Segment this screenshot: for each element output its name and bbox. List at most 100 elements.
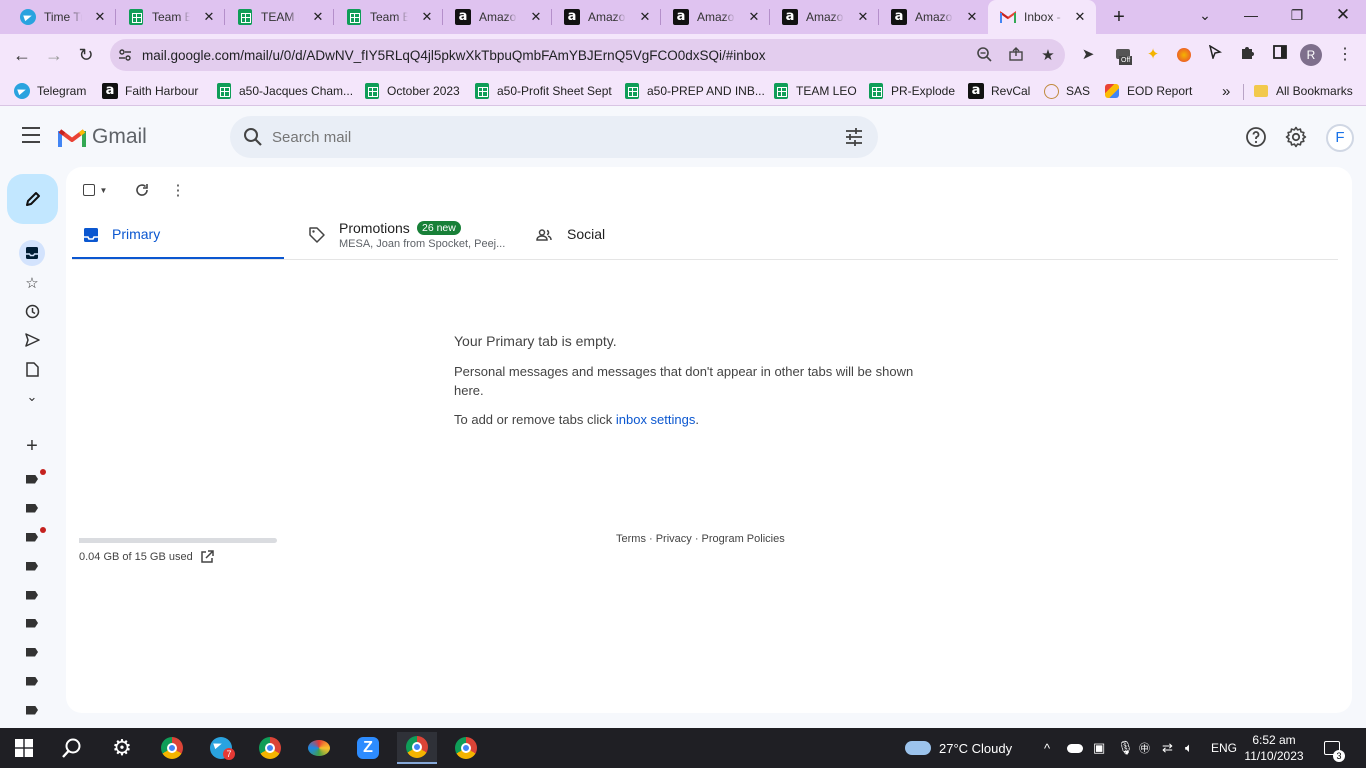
back-button[interactable]: ← xyxy=(8,41,36,69)
ime-icon[interactable]: ㊥ xyxy=(1139,728,1150,768)
bookmark-item[interactable]: Telegram xyxy=(14,82,86,100)
microphone-icon[interactable]: 🎙︎ xyxy=(1117,728,1134,768)
taskbar-search-button[interactable] xyxy=(52,732,92,764)
nav-sent[interactable] xyxy=(21,329,43,351)
open-in-new-icon[interactable] xyxy=(200,550,214,564)
search-input[interactable] xyxy=(272,128,792,146)
close-icon[interactable]: ✕ xyxy=(637,9,653,25)
search-bar[interactable] xyxy=(230,116,878,158)
extension-orb-icon[interactable] xyxy=(1173,44,1195,66)
address-bar[interactable]: mail.google.com/mail/u/0/d/ADwNV_fIY5RLq… xyxy=(110,39,1065,71)
weather-widget[interactable]: 27°C Cloudy xyxy=(905,728,1012,768)
start-button[interactable] xyxy=(4,732,44,764)
search-icon[interactable] xyxy=(242,126,264,148)
notifications-button[interactable]: 3 xyxy=(1324,728,1345,768)
nav-inbox[interactable] xyxy=(19,240,45,266)
tab-search-chevron-icon[interactable]: ⌄ xyxy=(1182,0,1228,32)
account-avatar[interactable]: F xyxy=(1326,124,1354,152)
close-icon[interactable]: ✕ xyxy=(746,9,762,25)
bookmark-item[interactable]: a50-PREP AND INB... xyxy=(624,82,765,100)
extension-star-icon[interactable]: ✦ xyxy=(1142,44,1164,66)
bookmark-item[interactable]: a Faith Harbour xyxy=(102,82,198,100)
gmail-logo[interactable]: Gmail xyxy=(58,125,147,149)
nav-label[interactable] xyxy=(21,555,43,577)
browser-tab[interactable]: Team Ex ✕ xyxy=(334,0,443,34)
taskbar-telegram[interactable]: 7 xyxy=(201,732,241,764)
browser-tab[interactable]: a Amazon ✕ xyxy=(879,0,988,34)
bookmark-item[interactable]: SAS xyxy=(1043,82,1090,100)
nav-more[interactable]: ⌄ xyxy=(21,386,43,408)
nav-label[interactable] xyxy=(21,584,43,606)
side-panel-icon[interactable] xyxy=(1269,44,1291,66)
nav-label[interactable] xyxy=(21,670,43,692)
bookmark-item[interactable]: a RevCal xyxy=(968,82,1030,100)
clock[interactable]: 6:52 am 11/10/2023 xyxy=(1238,732,1310,764)
browser-tab[interactable]: a Amazon ✕ xyxy=(661,0,770,34)
onedrive-icon[interactable] xyxy=(1067,728,1083,768)
bookmark-star-icon[interactable]: ★ xyxy=(1038,46,1058,66)
bookmark-item[interactable]: October 2023 xyxy=(364,82,460,100)
taskbar-zoom[interactable]: Z xyxy=(348,732,388,764)
main-menu-icon[interactable] xyxy=(22,127,44,145)
forward-button[interactable]: → xyxy=(40,41,68,69)
bookmarks-overflow-button[interactable]: » xyxy=(1222,82,1230,100)
footer-links[interactable]: Terms · Privacy · Program Policies xyxy=(616,533,785,545)
create-label-button[interactable]: + xyxy=(21,435,43,457)
close-window-button[interactable]: ✕ xyxy=(1320,0,1366,32)
nav-label[interactable] xyxy=(21,497,43,519)
taskbar-chrome-profile[interactable] xyxy=(250,732,290,764)
volume-icon[interactable]: 🔈︎ xyxy=(1185,728,1193,768)
bookmark-item[interactable]: TEAM LEO xyxy=(773,82,857,100)
language-indicator[interactable]: ENG xyxy=(1211,728,1237,768)
browser-tab[interactable]: a Amazon ✕ xyxy=(552,0,661,34)
more-vert-icon[interactable]: ⋮ xyxy=(168,180,188,200)
taskbar-chrome-active[interactable] xyxy=(397,732,437,764)
extension-cursor-icon[interactable] xyxy=(1204,44,1226,66)
all-bookmarks-button[interactable]: All Bookmarks xyxy=(1253,82,1353,100)
site-info-icon[interactable] xyxy=(118,48,132,62)
inbox-settings-link[interactable]: inbox settings xyxy=(616,412,696,427)
extension-off-icon[interactable]: Off xyxy=(1110,44,1136,66)
taskbar-paint[interactable] xyxy=(299,732,339,764)
bookmark-item[interactable]: a50-Jacques Cham... xyxy=(216,82,353,100)
help-icon[interactable] xyxy=(1244,125,1268,149)
close-icon[interactable]: ✕ xyxy=(310,9,326,25)
nav-label[interactable] xyxy=(21,612,43,634)
compose-button[interactable] xyxy=(7,174,58,224)
browser-tab[interactable]: a Amazon ✕ xyxy=(770,0,879,34)
browser-tab-active[interactable]: Inbox - ✕ xyxy=(988,0,1096,34)
select-all-checkbox[interactable]: ▼ xyxy=(80,180,110,200)
show-hidden-icons[interactable]: ^ xyxy=(1044,728,1050,768)
browser-menu-icon[interactable]: ⋮ xyxy=(1334,44,1356,66)
refresh-icon[interactable] xyxy=(132,180,152,200)
browser-tab[interactable]: a Amazon ✕ xyxy=(443,0,552,34)
zoom-icon[interactable] xyxy=(974,46,994,66)
tab-primary[interactable]: Primary xyxy=(72,209,284,260)
url-text[interactable]: mail.google.com/mail/u/0/d/ADwNV_fIY5RLq… xyxy=(142,48,942,63)
nav-starred[interactable]: ☆ xyxy=(21,272,43,294)
new-tab-button[interactable]: + xyxy=(1108,6,1130,28)
camera-icon[interactable]: ▣ xyxy=(1093,728,1105,768)
tab-social[interactable]: Social xyxy=(531,209,731,260)
taskbar-chrome[interactable] xyxy=(152,732,192,764)
settings-gear-icon[interactable] xyxy=(1284,125,1308,149)
reload-button[interactable]: ↻ xyxy=(72,41,100,69)
share-icon[interactable] xyxy=(1006,46,1026,66)
browser-profile-avatar[interactable]: R xyxy=(1300,44,1322,66)
nav-label[interactable] xyxy=(21,699,43,721)
nav-drafts[interactable] xyxy=(21,358,43,380)
extension-arrow-icon[interactable]: ➤ xyxy=(1077,44,1099,66)
close-icon[interactable]: ✕ xyxy=(528,9,544,25)
taskbar-chrome-r[interactable] xyxy=(446,732,486,764)
browser-tab[interactable]: Time Tr ✕ xyxy=(8,0,116,34)
close-icon[interactable]: ✕ xyxy=(1072,9,1088,25)
nav-snoozed[interactable] xyxy=(21,300,43,322)
restore-button[interactable]: ❐ xyxy=(1274,0,1320,32)
minimize-button[interactable]: — xyxy=(1228,0,1274,32)
extensions-puzzle-icon[interactable] xyxy=(1237,44,1259,66)
taskbar-settings[interactable]: ⚙ xyxy=(102,732,142,764)
bookmark-item[interactable]: EOD Report xyxy=(1104,82,1192,100)
bookmark-item[interactable]: PR-Explode xyxy=(868,82,955,100)
close-icon[interactable]: ✕ xyxy=(92,9,108,25)
browser-tab[interactable]: Team Ex ✕ xyxy=(116,0,225,34)
